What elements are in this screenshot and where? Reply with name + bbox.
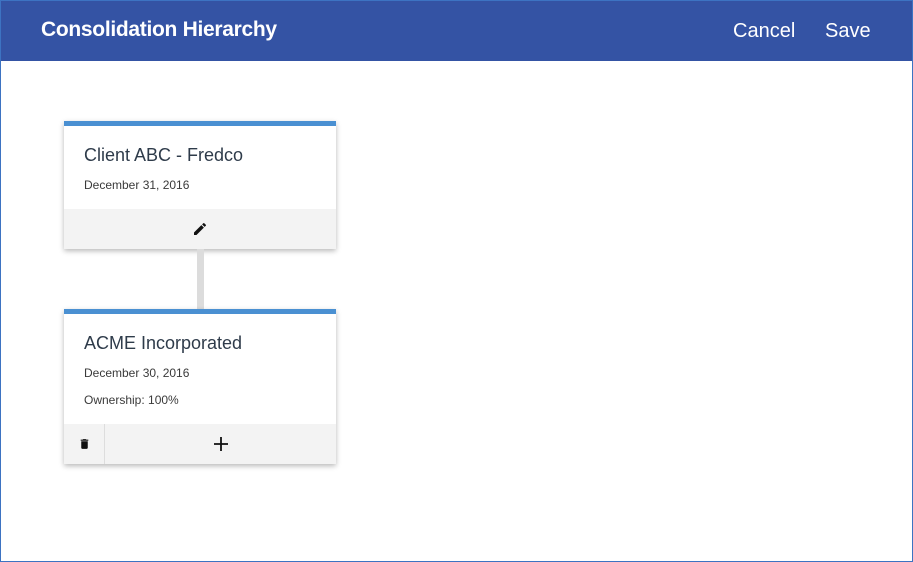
edit-button[interactable]	[184, 215, 216, 243]
pencil-icon	[194, 222, 207, 235]
hierarchy-node-parent: Client ABC - Fredco December 31, 2016	[64, 121, 336, 249]
page-title: Consolidation Hierarchy	[41, 18, 277, 41]
node-ownership: Ownership: 100%	[84, 393, 179, 407]
delete-button[interactable]	[64, 424, 105, 464]
node-date: December 31, 2016	[84, 178, 190, 192]
add-child-button[interactable]	[105, 424, 336, 464]
hierarchy-connector	[197, 249, 204, 309]
hierarchy-node-child: ACME Incorporated December 30, 2016 Owne…	[64, 309, 336, 464]
cancel-button[interactable]: Cancel	[733, 20, 795, 43]
card-accent-bar	[64, 121, 336, 126]
card-accent-bar	[64, 309, 336, 314]
node-name: Client ABC - Fredco	[84, 145, 244, 165]
app-window: Consolidation Hierarchy Cancel Save Clie…	[0, 0, 913, 562]
card-footer	[64, 209, 336, 249]
save-button[interactable]: Save	[825, 20, 871, 43]
trash-icon	[80, 439, 88, 449]
plus-icon	[213, 437, 228, 451]
node-name: ACME Incorporated	[84, 333, 243, 353]
card-footer	[64, 424, 336, 464]
app-header: Consolidation Hierarchy Cancel Save	[1, 1, 912, 61]
node-date: December 30, 2016	[84, 366, 190, 380]
